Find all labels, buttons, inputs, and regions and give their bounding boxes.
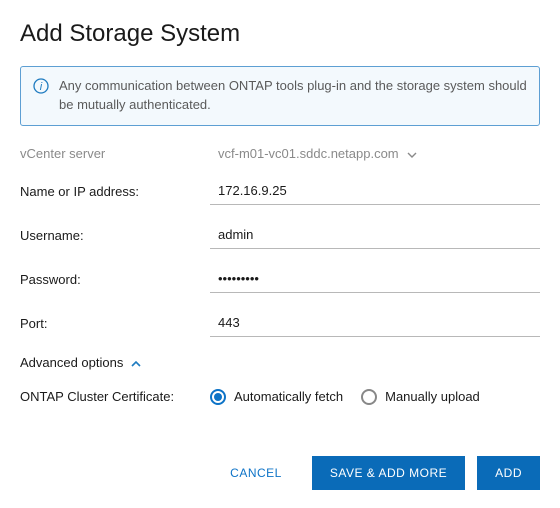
username-row: Username:: [20, 223, 540, 249]
advanced-options-label: Advanced options: [20, 355, 123, 370]
radio-icon: [361, 389, 377, 405]
vcenter-label: vCenter server: [20, 146, 210, 161]
certificate-row: ONTAP Cluster Certificate: Automatically…: [20, 388, 540, 406]
radio-manual-label: Manually upload: [385, 389, 480, 404]
radio-auto-label: Automatically fetch: [234, 389, 343, 404]
name-input[interactable]: [210, 179, 540, 205]
name-row: Name or IP address:: [20, 179, 540, 205]
vcenter-dropdown[interactable]: vcf-m01-vc01.sddc.netapp.com: [210, 146, 417, 161]
certificate-radio-group: Automatically fetch Manually upload: [210, 388, 480, 405]
vcenter-value: vcf-m01-vc01.sddc.netapp.com: [218, 146, 399, 161]
username-input[interactable]: [210, 223, 540, 249]
password-row: Password:: [20, 267, 540, 293]
dialog-footer: CANCEL SAVE & ADD MORE ADD: [212, 456, 540, 490]
save-add-more-button[interactable]: SAVE & ADD MORE: [312, 456, 465, 490]
password-input[interactable]: [210, 267, 540, 293]
info-banner: i Any communication between ONTAP tools …: [20, 66, 540, 126]
info-text: Any communication between ONTAP tools pl…: [59, 77, 527, 115]
radio-icon: [210, 389, 226, 405]
vcenter-row: vCenter server vcf-m01-vc01.sddc.netapp.…: [20, 146, 540, 161]
radio-manual-upload[interactable]: Manually upload: [361, 389, 480, 405]
password-label: Password:: [20, 272, 210, 287]
port-label: Port:: [20, 316, 210, 331]
chevron-down-icon: [407, 146, 417, 161]
certificate-label: ONTAP Cluster Certificate:: [20, 388, 210, 406]
add-button[interactable]: ADD: [477, 456, 540, 490]
name-label: Name or IP address:: [20, 184, 210, 199]
radio-auto-fetch[interactable]: Automatically fetch: [210, 389, 343, 405]
svg-text:i: i: [40, 81, 43, 93]
port-row: Port:: [20, 311, 540, 337]
dialog-title: Add Storage System: [20, 20, 540, 48]
chevron-up-icon: [131, 355, 141, 370]
username-label: Username:: [20, 228, 210, 243]
port-input[interactable]: [210, 311, 540, 337]
cancel-button[interactable]: CANCEL: [212, 456, 300, 490]
info-icon: i: [33, 78, 49, 115]
advanced-options-toggle[interactable]: Advanced options: [20, 355, 540, 370]
